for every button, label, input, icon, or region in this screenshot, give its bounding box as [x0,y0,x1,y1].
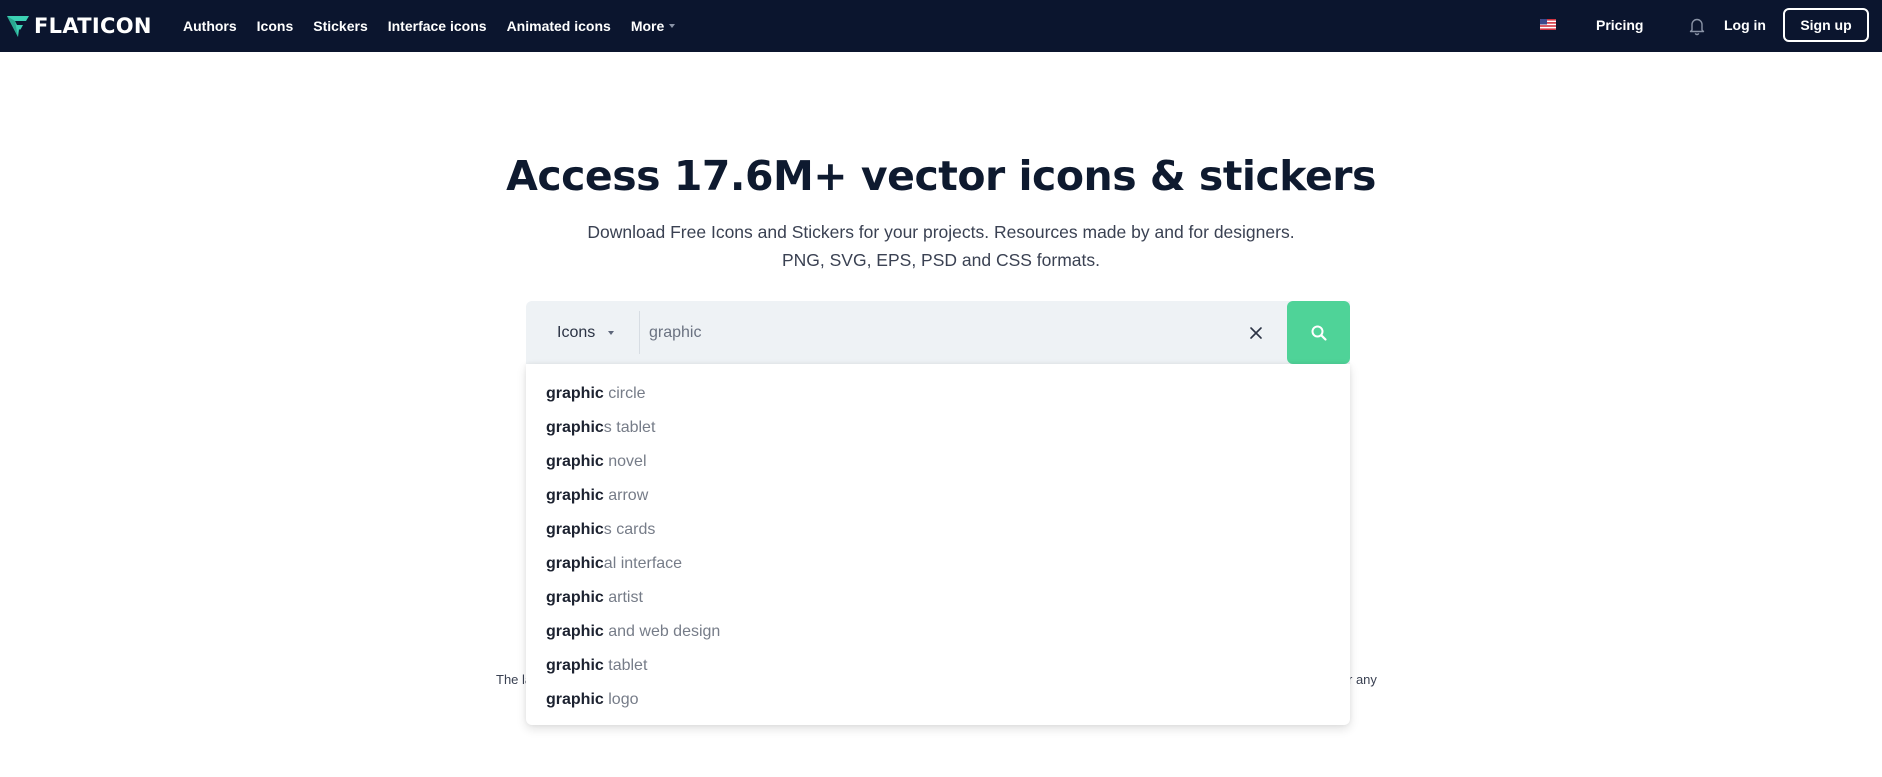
suggestion-completion: s tablet [603,419,656,436]
suggestion-match: graphic [546,555,604,572]
signup-button[interactable]: Sign up [1783,8,1869,42]
suggestion-completion: s cards [603,521,656,538]
bell-icon[interactable] [1688,16,1706,36]
nav-item-icons[interactable]: Icons [257,18,294,34]
suggestion-match: graphic [546,657,604,674]
logo-text: FLATICON [34,14,152,38]
suggestion-completion: artist [603,589,643,606]
nav-item-more[interactable]: More [630,18,676,34]
nav-item-stickers[interactable]: Stickers [313,18,367,34]
flaticon-logo-icon [7,16,29,37]
suggestion-item[interactable]: graphics tablet [526,411,1350,445]
suggestion-item[interactable]: graphics cards [526,513,1350,547]
suggestion-item[interactable]: graphical interface [526,547,1350,581]
suggestion-completion: novel [603,453,647,470]
top-navigation-bar: FLATICON Authors Icons Stickers Interfac… [0,0,1882,52]
suggestion-match: graphic [546,521,604,538]
suggestion-item[interactable]: graphic novel [526,445,1350,479]
suggestion-match: graphic [546,385,604,402]
flaticon-logo[interactable]: FLATICON [6,13,152,39]
suggestion-match: graphic [546,419,604,436]
search-suggestions-dropdown: graphic circle graphics tablet graphic n… [526,364,1350,725]
search-icon [1311,325,1327,341]
main-nav: Authors Icons Stickers Interface icons A… [183,0,695,52]
suggestion-item[interactable]: graphic and web design [526,615,1350,649]
suggestion-completion: arrow [603,487,649,504]
chevron-down-icon [608,330,615,335]
nav-more-label: More [630,18,665,34]
us-flag-icon[interactable] [1540,19,1556,30]
resource-type-value: Icons [557,323,596,341]
chevron-down-icon [669,24,676,28]
nav-item-interface-icons[interactable]: Interface icons [388,18,487,34]
suggestion-item[interactable]: graphic tablet [526,649,1350,683]
suggestion-completion: and web design [603,623,721,640]
suggestion-item[interactable]: graphic logo [526,683,1350,717]
nav-item-animated-icons[interactable]: Animated icons [507,18,611,34]
search-divider [639,311,640,354]
login-link[interactable]: Log in [1724,17,1766,33]
suggestion-completion: al interface [603,555,683,572]
nav-item-authors[interactable]: Authors [183,18,237,34]
background-text-fragment-right: r any [1348,672,1377,687]
suggestion-completion: tablet [603,657,648,674]
hero-subtitle-line-2: PNG, SVG, EPS, PSD and CSS formats. [781,250,1101,270]
suggestion-match: graphic [546,453,604,470]
page-title: Access 17.6M+ vector icons & stickers [506,152,1376,200]
search-bar: Icons [526,301,1350,364]
hero-subtitle: Download Free Icons and Stickers for you… [0,218,1882,274]
hero-subtitle-line-1: Download Free Icons and Stickers for you… [587,222,1295,242]
suggestion-item[interactable]: graphic artist [526,581,1350,615]
suggestion-completion: logo [603,691,639,708]
resource-type-select[interactable]: Icons [526,301,640,364]
suggestion-match: graphic [546,623,604,640]
search-input[interactable] [649,301,1249,364]
close-icon[interactable] [1246,323,1266,343]
suggestion-match: graphic [546,589,604,606]
suggestion-item[interactable]: graphic circle [526,377,1350,411]
suggestion-match: graphic [546,691,604,708]
suggestion-completion: circle [603,385,646,402]
suggestion-item[interactable]: graphic arrow [526,479,1350,513]
suggestion-match: graphic [546,487,604,504]
search-submit-button[interactable] [1287,301,1350,364]
pricing-link[interactable]: Pricing [1596,17,1643,33]
